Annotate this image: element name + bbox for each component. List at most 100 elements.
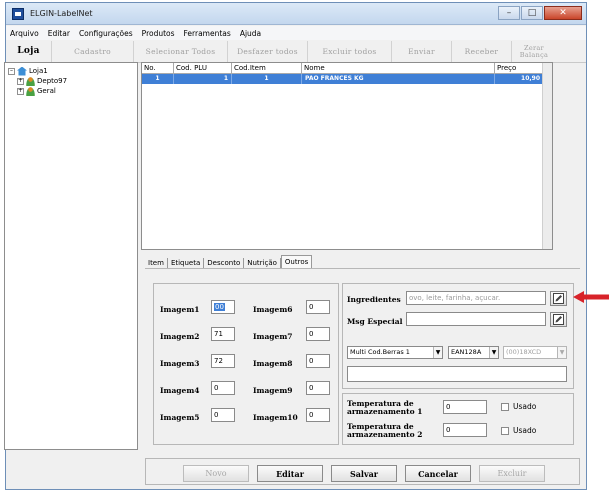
tab-desconto[interactable]: Desconto [204,258,245,268]
imagem4-label: Imagem4 [160,386,200,395]
tree-item-loja1[interactable]: – Loja1 [8,66,48,76]
table-row[interactable]: 1 1 1 PAO FRANCES KG 10,90 [142,74,552,84]
zerar-balanca-button[interactable]: Zerar Balança [512,41,556,62]
edit-icon [553,293,564,304]
imagem10-label: Imagem10 [253,413,298,422]
checkbox-icon [501,426,509,435]
column-header-no[interactable]: No. [142,63,174,74]
app-icon [12,8,24,20]
menu-ajuda[interactable]: Ajuda [240,29,261,38]
temperatura1-label: Temperatura de armazenamento 1 [347,400,422,416]
close-icon[interactable]: ✕ [544,6,582,20]
imagem9-input[interactable]: 0 [306,381,330,395]
temperatura2-usado-checkbox[interactable]: Usado [501,426,536,435]
cell-no: 1 [142,74,174,84]
menu-produtos[interactable]: Produtos [142,29,175,38]
imagem5-input[interactable]: 0 [211,408,235,422]
ingredientes-input[interactable]: ovo, leite, farinha, açucar. [406,291,546,305]
column-header-cod-plu[interactable]: Cod. PLU [174,63,232,74]
imagem3-input[interactable]: 72 [211,354,235,368]
novo-button[interactable]: Novo [183,465,249,482]
enviar-button[interactable]: Enviar [392,41,452,62]
barcode-format-select[interactable]: (00)18XCD ▼ [503,346,567,359]
department-icon [26,76,35,86]
imagem9-label: Imagem9 [253,386,293,395]
temperatura1-label-line2: armazenamento 1 [347,407,423,416]
expand-icon[interactable]: + [17,87,24,95]
cell-nome: PAO FRANCES KG [302,74,495,84]
imagem2-label: Imagem2 [160,332,200,341]
menu-configuracoes[interactable]: Configurações [79,29,133,38]
maximize-icon[interactable]: □ [521,6,543,20]
department-icon [26,86,35,96]
temperatura2-label: Temperatura de armazenamento 2 [347,423,422,439]
editar-button[interactable]: Editar [257,465,323,482]
column-header-cod-item[interactable]: Cod.Item [232,63,302,74]
column-header-preco[interactable]: Preço [495,63,544,74]
barcode-type-select[interactable]: Multi Cod.Berras 1 ▼ [347,346,443,359]
imagem2-input[interactable]: 71 [211,327,235,341]
product-grid: No. Cod. PLU Cod.Item Nome Preço 1 1 1 P… [141,62,553,250]
edit-ingredientes-button[interactable] [550,291,567,306]
tab-outros[interactable]: Outros [280,255,313,268]
collapse-icon[interactable]: – [8,67,15,75]
loja-button[interactable]: Loja [6,41,52,62]
cell-cod-item: 1 [232,74,302,84]
barcode-format-value: (00)18XCD [506,348,542,356]
temperatura2-input[interactable]: 0 [443,423,487,437]
barcode-standard-select[interactable]: EAN128A ▼ [448,346,499,359]
cell-preco: 10,90 [495,74,544,84]
imagem3-label: Imagem3 [160,359,200,368]
tree-label-loja1: Loja1 [29,67,48,75]
tree-label-depto97: Depto97 [37,77,68,85]
desfazer-todos-button[interactable]: Desfazer todos [228,41,308,62]
imagem6-input[interactable]: 0 [306,300,330,314]
salvar-button[interactable]: Salvar [331,465,397,482]
tab-item[interactable]: Item [145,258,168,268]
imagem1-input[interactable]: 00 [211,300,235,314]
barcode-standard-value: EAN128A [451,348,482,356]
store-icon [17,66,27,76]
expand-icon[interactable]: + [17,77,24,85]
imagem8-label: Imagem8 [253,359,293,368]
tab-etiqueta[interactable]: Etiqueta [168,258,205,268]
msg-especial-input[interactable] [406,312,546,326]
imagem10-input[interactable]: 0 [306,408,330,422]
cell-cod-plu: 1 [174,74,232,84]
imagem6-label: Imagem6 [253,305,293,314]
temperatura1-usado-checkbox[interactable]: Usado [501,402,536,411]
minimize-icon[interactable]: – [498,6,520,20]
cancelar-button[interactable]: Cancelar [405,465,471,482]
imagem7-label: Imagem7 [253,332,293,341]
cadastro-button[interactable]: Cadastro [52,41,134,62]
menu-editar[interactable]: Editar [48,29,70,38]
window-controls: – □ ✕ [497,6,582,22]
menu-ferramentas[interactable]: Ferramentas [184,29,231,38]
barcode-type-value: Multi Cod.Berras 1 [350,348,410,356]
tree-item-geral[interactable]: + Geral [17,86,56,96]
receber-button[interactable]: Receber [452,41,512,62]
menu-arquivo[interactable]: Arquivo [10,29,39,38]
imagem1-value: 00 [214,303,225,311]
temperatura2-label-line2: armazenamento 2 [347,430,423,439]
temperatura1-input[interactable]: 0 [443,400,487,414]
selecionar-todos-button[interactable]: Selecionar Todos [134,41,228,62]
edit-msg-especial-button[interactable] [550,312,567,327]
tree-item-depto97[interactable]: + Depto97 [17,76,67,86]
imagens-group: Imagem1 00 Imagem2 71 Imagem3 72 Imagem4… [153,283,339,445]
window-title: ELGIN-LabelNet [30,9,93,18]
tab-nutricao[interactable]: Nutrição [244,258,281,268]
imagem8-input[interactable]: 0 [306,354,330,368]
barcode-content-input[interactable] [347,366,567,382]
grid-header: No. Cod. PLU Cod.Item Nome Preço [142,63,552,74]
imagem4-input[interactable]: 0 [211,381,235,395]
imagem7-input[interactable]: 0 [306,327,330,341]
checkbox-icon [501,402,509,411]
chevron-down-icon: ▼ [557,347,566,358]
chevron-down-icon: ▼ [433,347,442,358]
column-header-nome[interactable]: Nome [302,63,495,74]
title-bar: ELGIN-LabelNet – □ ✕ [6,3,586,25]
grid-scrollbar[interactable] [542,63,552,249]
excluir-todos-button[interactable]: Excluir todos [308,41,392,62]
excluir-button[interactable]: Excluir [479,465,545,482]
